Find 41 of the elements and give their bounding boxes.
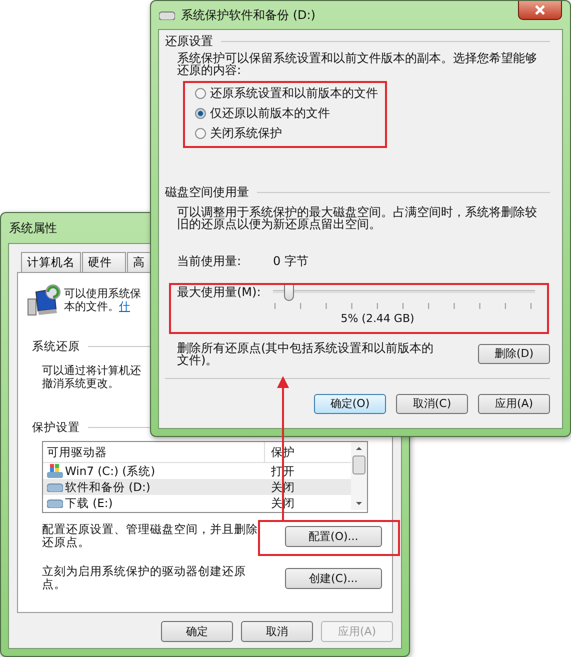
section-heading: 系统还原	[32, 339, 80, 354]
field-label: 最大使用量(M):	[177, 285, 262, 299]
configure-button[interactable]: 配置(O)...	[284, 526, 382, 546]
protection-status: 打开	[270, 464, 296, 478]
tab[interactable]: 计算机名	[21, 252, 81, 272]
create-button[interactable]: 创建(C)...	[284, 568, 382, 588]
description-text: 可以调整用于系统保护的最大磁盘空间。占满空间时，系统将删除较旧的还原点以便为新还原点留出空间。	[177, 206, 538, 230]
protection-status: 关闭	[270, 496, 296, 510]
description-text: 系统保护可以保留系统设置和以前文件版本的副本。选择您希望能够还原的内容:	[177, 52, 538, 76]
description-text: 删除所有还原点(其中包括系统设置和以前版本的文件)。	[177, 342, 435, 366]
drive-name: Win7 (C:) (系统)	[65, 464, 156, 478]
drive-name: 软件和备份 (D:)	[65, 480, 150, 494]
drive-row[interactable]: 下载 (E:) 关闭	[43, 495, 351, 511]
field-label: 当前使用量:	[177, 254, 242, 268]
radio-option[interactable]: 关闭系统保护	[195, 123, 282, 143]
dialog-button[interactable]: 应用(A)	[478, 394, 550, 414]
section-heading: 保护设置	[32, 420, 80, 435]
dialog-button[interactable]: 确定(O)	[314, 394, 386, 414]
protection-status: 关闭	[270, 480, 296, 494]
dialog-button[interactable]: 确定	[161, 621, 233, 642]
section-heading: 磁盘空间使用量	[165, 185, 249, 199]
usage-value: 0 字节	[273, 254, 308, 268]
description-text: 可以通过将计算机还撤消系统更改。	[42, 364, 142, 390]
description-text: 配置还原设置、管理磁盘空间，并且删除还原点。	[42, 523, 259, 549]
drive-name: 下载 (E:)	[65, 496, 113, 510]
drive-row[interactable]: Win7 (C:) (系统) 打开	[43, 463, 351, 479]
delete-button[interactable]: 删除(D)	[478, 344, 550, 364]
radio-option[interactable]: 还原系统设置和以前版本的文件	[195, 83, 378, 103]
section-heading: 还原设置	[165, 34, 213, 48]
description-text: 立刻为启用系统保护的驱动器创建还原点。	[42, 565, 247, 591]
dialog-button[interactable]: 取消	[241, 621, 313, 642]
help-link[interactable]: 什	[119, 300, 130, 313]
window-title: 系统保护软件和备份 (D:)	[181, 8, 316, 22]
radio-option[interactable]: 仅还原以前版本的文件	[195, 103, 330, 123]
dialog-button[interactable]: 取消(C)	[396, 394, 468, 414]
drive-row[interactable]: 软件和备份 (D:) 关闭	[43, 479, 351, 495]
window-title: 系统属性	[9, 220, 57, 236]
tab[interactable]: 硬件	[82, 252, 126, 272]
slider-value: 5% (2.44 GB)	[340, 312, 414, 326]
column-header[interactable]: 可用驱动器	[43, 442, 265, 462]
description-text: 可以使用系统保本的文件。什	[64, 287, 142, 315]
